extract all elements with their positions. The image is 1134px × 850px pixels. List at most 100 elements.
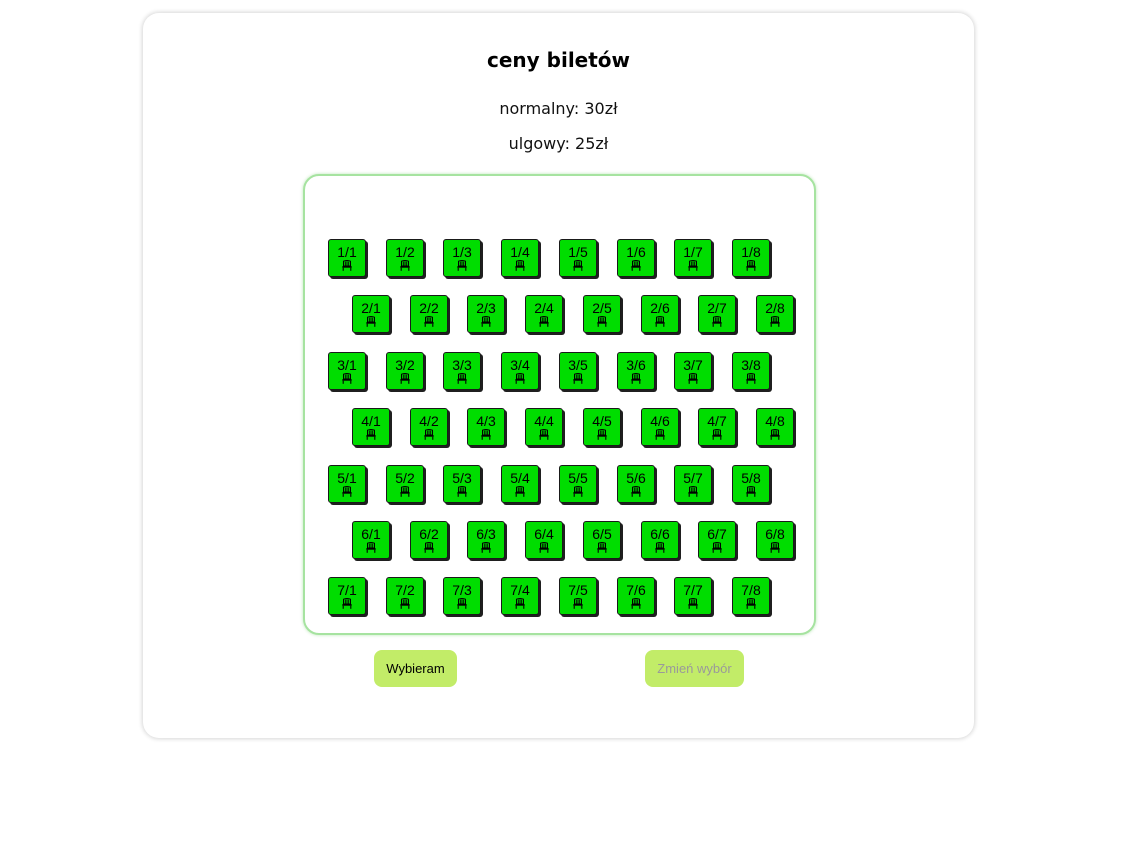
seat-button[interactable]: 6/2 xyxy=(410,521,448,559)
chair-icon xyxy=(515,260,525,271)
seat-button[interactable]: 2/2 xyxy=(410,295,448,333)
seat-button[interactable]: 3/5 xyxy=(559,352,597,390)
seat-button[interactable]: 5/3 xyxy=(443,465,481,503)
seat-button[interactable]: 3/1 xyxy=(328,352,366,390)
seat-button[interactable]: 1/8 xyxy=(732,239,770,277)
seat-button[interactable]: 4/8 xyxy=(756,408,794,446)
seat-label: 5/4 xyxy=(510,470,530,486)
chair-icon xyxy=(746,486,756,497)
seat-label: 3/2 xyxy=(395,357,415,373)
chair-icon xyxy=(631,598,641,609)
seat-label: 6/2 xyxy=(419,526,439,542)
seat-button[interactable]: 4/2 xyxy=(410,408,448,446)
seat-button[interactable]: 6/1 xyxy=(352,521,390,559)
chair-icon xyxy=(400,598,410,609)
seat-button[interactable]: 1/2 xyxy=(386,239,424,277)
seat-label: 1/6 xyxy=(626,244,646,260)
seat-label: 4/7 xyxy=(707,413,727,429)
choose-button[interactable]: Wybieram xyxy=(374,650,457,687)
seat-button[interactable]: 6/3 xyxy=(467,521,505,559)
seat-button[interactable]: 7/8 xyxy=(732,577,770,615)
seat-button[interactable]: 3/8 xyxy=(732,352,770,390)
seat-button[interactable]: 4/7 xyxy=(698,408,736,446)
seat-button[interactable]: 7/6 xyxy=(617,577,655,615)
seat-button[interactable]: 3/4 xyxy=(501,352,539,390)
chair-icon xyxy=(655,542,665,553)
seat-button[interactable]: 5/8 xyxy=(732,465,770,503)
seat-button[interactable]: 1/1 xyxy=(328,239,366,277)
seat-button[interactable]: 1/4 xyxy=(501,239,539,277)
seat-button[interactable]: 2/4 xyxy=(525,295,563,333)
seat-label: 4/1 xyxy=(361,413,381,429)
seat-button[interactable]: 3/3 xyxy=(443,352,481,390)
chair-icon xyxy=(597,429,607,440)
seat-button[interactable]: 5/7 xyxy=(674,465,712,503)
reduced-price: ulgowy: 25zł xyxy=(508,134,609,153)
seat-label: 1/5 xyxy=(568,244,588,260)
seat-button[interactable]: 1/3 xyxy=(443,239,481,277)
seat-label: 5/2 xyxy=(395,470,415,486)
seat-button[interactable]: 1/5 xyxy=(559,239,597,277)
chair-icon xyxy=(457,486,467,497)
seat-button[interactable]: 7/4 xyxy=(501,577,539,615)
chair-icon xyxy=(342,260,352,271)
seat-button[interactable]: 4/6 xyxy=(641,408,679,446)
seat-button[interactable]: 2/5 xyxy=(583,295,621,333)
seat-label: 6/7 xyxy=(707,526,727,542)
chair-icon xyxy=(597,542,607,553)
seat-button[interactable]: 2/8 xyxy=(756,295,794,333)
seat-label: 1/3 xyxy=(452,244,472,260)
chair-icon xyxy=(457,598,467,609)
seat-button[interactable]: 7/3 xyxy=(443,577,481,615)
seat-button[interactable]: 6/4 xyxy=(525,521,563,559)
seat-label: 4/6 xyxy=(650,413,670,429)
seat-button[interactable]: 1/6 xyxy=(617,239,655,277)
chair-icon xyxy=(457,260,467,271)
seat-button[interactable]: 7/1 xyxy=(328,577,366,615)
seat-button[interactable]: 5/5 xyxy=(559,465,597,503)
seat-button[interactable]: 7/2 xyxy=(386,577,424,615)
change-selection-button[interactable]: Zmień wybór xyxy=(645,650,744,687)
seat-button[interactable]: 6/6 xyxy=(641,521,679,559)
chair-icon xyxy=(746,373,756,384)
seat-button[interactable]: 6/5 xyxy=(583,521,621,559)
chair-icon xyxy=(688,373,698,384)
seat-button[interactable]: 2/1 xyxy=(352,295,390,333)
seat-button[interactable]: 3/7 xyxy=(674,352,712,390)
seat-label: 2/6 xyxy=(650,300,670,316)
seat-button[interactable]: 2/3 xyxy=(467,295,505,333)
seat-label: 4/2 xyxy=(419,413,439,429)
chair-icon xyxy=(400,260,410,271)
seat-label: 7/1 xyxy=(337,582,357,598)
seat-label: 6/8 xyxy=(765,526,785,542)
seat-button[interactable]: 5/6 xyxy=(617,465,655,503)
chair-icon xyxy=(712,542,722,553)
chair-icon xyxy=(400,373,410,384)
seat-button[interactable]: 3/6 xyxy=(617,352,655,390)
seat-button[interactable]: 5/2 xyxy=(386,465,424,503)
seat-label: 3/3 xyxy=(452,357,472,373)
seat-button[interactable]: 4/1 xyxy=(352,408,390,446)
chair-icon xyxy=(712,316,722,327)
seat-button[interactable]: 2/6 xyxy=(641,295,679,333)
seat-label: 4/5 xyxy=(592,413,612,429)
seat-button[interactable]: 5/4 xyxy=(501,465,539,503)
seat-button[interactable]: 6/8 xyxy=(756,521,794,559)
seat-button[interactable]: 4/3 xyxy=(467,408,505,446)
seat-button[interactable]: 7/5 xyxy=(559,577,597,615)
chair-icon xyxy=(515,486,525,497)
seat-label: 1/8 xyxy=(741,244,761,260)
seat-button[interactable]: 4/4 xyxy=(525,408,563,446)
seat-button[interactable]: 2/7 xyxy=(698,295,736,333)
seat-button[interactable]: 5/1 xyxy=(328,465,366,503)
seat-button[interactable]: 6/7 xyxy=(698,521,736,559)
seat-button[interactable]: 1/7 xyxy=(674,239,712,277)
seat-label: 5/7 xyxy=(683,470,703,486)
seat-label: 6/3 xyxy=(476,526,496,542)
seat-button[interactable]: 3/2 xyxy=(386,352,424,390)
seat-button[interactable]: 7/7 xyxy=(674,577,712,615)
chair-icon xyxy=(770,429,780,440)
seat-button[interactable]: 4/5 xyxy=(583,408,621,446)
seat-label: 4/3 xyxy=(476,413,496,429)
ticket-card: ceny biletów normalny: 30zł ulgowy: 25zł… xyxy=(143,13,974,738)
